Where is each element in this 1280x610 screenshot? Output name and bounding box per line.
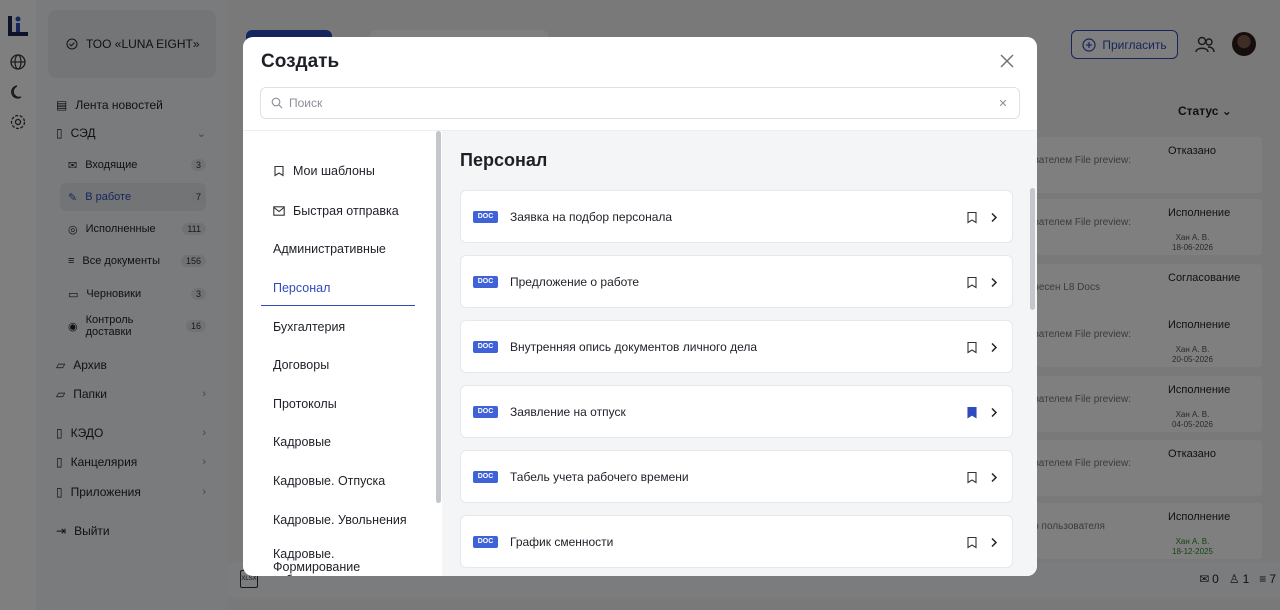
template-panel: Персонал DOC Заявка на подбор персонала … <box>442 131 1037 576</box>
category-hr-dismissals[interactable]: Кадровые. Увольнения <box>261 502 415 538</box>
doc-badge: DOC <box>473 470 498 483</box>
category-administrative[interactable]: Административные <box>261 231 415 267</box>
category-protocols[interactable]: Протоколы <box>261 386 415 422</box>
modal-title: Создать <box>261 51 340 72</box>
bookmark-icon[interactable] <box>966 276 978 289</box>
bookmark-icon <box>274 165 284 177</box>
template-card[interactable]: DOC Заявление на отпуск <box>460 385 1013 438</box>
template-label: Внутренняя опись документов личного дела <box>510 339 758 354</box>
chevron-right-icon[interactable] <box>988 536 1000 549</box>
category-contracts[interactable]: Договоры <box>261 347 415 383</box>
search-icon <box>271 97 283 109</box>
bookmark-icon[interactable] <box>966 341 978 354</box>
category-list: Мои шаблоны Быстрая отправка Администрат… <box>243 131 441 576</box>
template-card[interactable]: DOC График сменности <box>460 515 1013 568</box>
clear-icon[interactable]: ✕ <box>993 97 1013 110</box>
template-card[interactable]: DOC Заявка на подбор персонала <box>460 190 1013 243</box>
template-label: Табель учета рабочего времени <box>510 469 689 484</box>
modal-search[interactable]: ✕ <box>260 87 1020 119</box>
doc-badge: DOC <box>473 405 498 418</box>
category-accounting[interactable]: Бухгалтерия <box>261 309 415 345</box>
doc-badge: DOC <box>473 535 498 548</box>
category-hr-timesheet[interactable]: Кадровые. Формирование табеля <box>261 547 415 576</box>
chevron-right-icon[interactable] <box>988 276 1000 289</box>
category-scrollbar[interactable] <box>436 131 441 503</box>
doc-badge: DOC <box>473 275 498 288</box>
search-input[interactable] <box>289 96 987 110</box>
template-label: Заявка на подбор персонала <box>510 209 673 224</box>
chevron-right-icon[interactable] <box>988 471 1000 484</box>
template-label: График сменности <box>510 534 614 549</box>
template-label: Заявление на отпуск <box>510 404 626 419</box>
category-hr[interactable]: Кадровые <box>261 424 415 460</box>
bookmark-icon[interactable] <box>966 536 978 549</box>
template-card[interactable]: DOC Внутренняя опись документов личного … <box>460 320 1013 373</box>
template-card[interactable]: DOC Табель учета рабочего времени <box>460 450 1013 503</box>
template-label: Предложение о работе <box>510 274 640 289</box>
bookmark-icon[interactable] <box>966 471 978 484</box>
template-scrollbar[interactable] <box>1030 188 1035 310</box>
doc-badge: DOC <box>473 340 498 353</box>
category-hr-vacations[interactable]: Кадровые. Отпуска <box>261 463 415 499</box>
template-card[interactable]: DOC Предложение о работе <box>460 255 1013 308</box>
close-icon[interactable] <box>997 51 1017 71</box>
mail-icon <box>273 206 285 216</box>
create-modal: Создать ✕ Мои шаблоны Быстрая отправка А… <box>243 37 1037 576</box>
bookmark-icon[interactable] <box>966 211 978 224</box>
chevron-right-icon[interactable] <box>988 406 1000 419</box>
category-quick-send[interactable]: Быстрая отправка <box>261 193 415 229</box>
section-title: Персонал <box>460 150 548 170</box>
bookmark-filled-icon[interactable] <box>966 406 978 419</box>
doc-badge: DOC <box>473 210 498 223</box>
category-my-templates[interactable]: Мои шаблоны <box>261 153 415 189</box>
category-personnel[interactable]: Персонал <box>261 270 415 306</box>
chevron-right-icon[interactable] <box>988 341 1000 354</box>
chevron-right-icon[interactable] <box>988 211 1000 224</box>
